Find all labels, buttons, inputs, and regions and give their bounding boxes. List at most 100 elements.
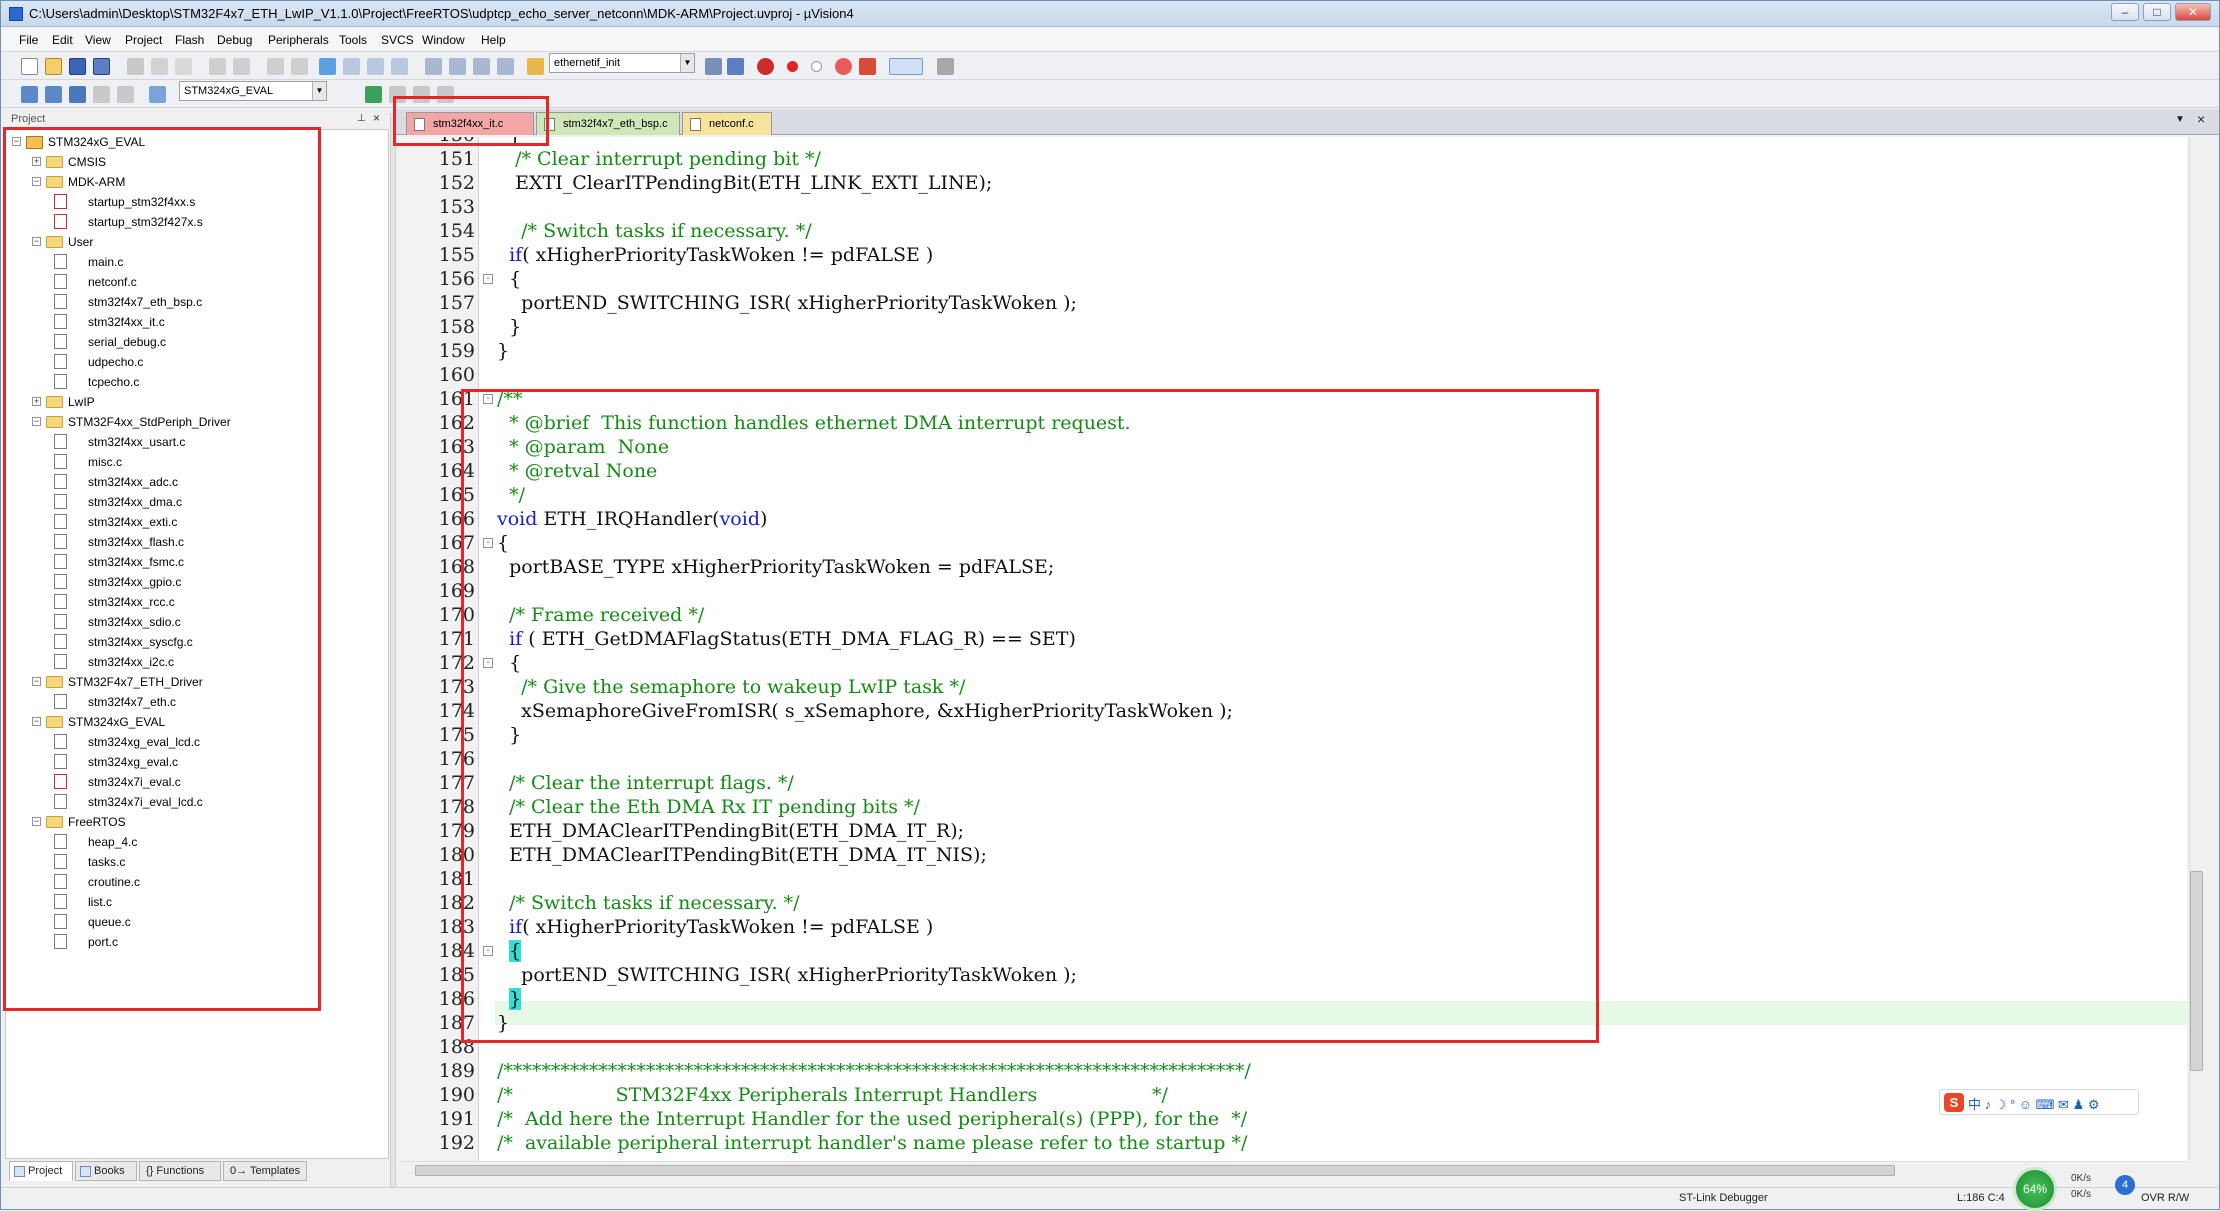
- tree-file[interactable]: stm32f4xx_rcc.c: [6, 592, 386, 612]
- menu-svcs[interactable]: SVCS: [381, 33, 414, 47]
- collapse-icon[interactable]: −: [32, 677, 41, 686]
- horizontal-scroll-thumb[interactable]: [415, 1165, 1895, 1176]
- vertical-scroll-thumb[interactable]: [2190, 871, 2203, 1071]
- notification-badge[interactable]: 4: [2115, 1175, 2135, 1195]
- incremental-find-icon[interactable]: [727, 58, 744, 75]
- bookmark-icon[interactable]: [319, 58, 336, 75]
- chevron-down-icon[interactable]: ▼: [312, 82, 326, 100]
- close-tab-icon[interactable]: ×: [2197, 111, 2205, 127]
- tree-file[interactable]: stm324x7i_eval.c: [6, 772, 386, 792]
- tree-file[interactable]: stm32f4xx_adc.c: [6, 472, 386, 492]
- tree-file[interactable]: stm32f4x7_eth.c: [6, 692, 386, 712]
- open-file-icon[interactable]: [45, 58, 62, 75]
- tree-file[interactable]: main.c: [6, 252, 386, 272]
- tree-file[interactable]: stm32f4xx_it.c: [6, 312, 386, 332]
- tree-file[interactable]: stm32f4xx_exti.c: [6, 512, 386, 532]
- collapse-icon[interactable]: −: [12, 137, 21, 146]
- window-layout-icon[interactable]: [889, 58, 923, 75]
- maximize-button[interactable]: □: [2143, 3, 2171, 21]
- new-file-icon[interactable]: [21, 58, 38, 75]
- collapse-icon[interactable]: −: [32, 717, 41, 726]
- tab-books[interactable]: Books: [75, 1161, 137, 1181]
- menu-file[interactable]: File: [19, 33, 38, 47]
- tree-file[interactable]: stm32f4xx_sdio.c: [6, 612, 386, 632]
- tree-file[interactable]: stm32f4xx_flash.c: [6, 532, 386, 552]
- tree-file[interactable]: croutine.c: [6, 872, 386, 892]
- close-button[interactable]: ✕: [2175, 3, 2211, 21]
- build-icon[interactable]: [45, 86, 62, 103]
- tree-file[interactable]: stm324xg_eval.c: [6, 752, 386, 772]
- close-panel-icon[interactable]: ×: [373, 111, 380, 125]
- nav-forward-icon[interactable]: [291, 58, 308, 75]
- find-in-files-icon[interactable]: [527, 58, 544, 75]
- tab-stm32f4x7-eth-bsp-c[interactable]: stm32f4x7_eth_bsp.c: [536, 112, 680, 135]
- vertical-scrollbar[interactable]: [2189, 137, 2206, 1161]
- rebuild-icon[interactable]: [69, 86, 86, 103]
- menu-flash[interactable]: Flash: [175, 33, 204, 47]
- network-monitor[interactable]: 64%: [2013, 1167, 2057, 1211]
- panel-splitter[interactable]: [390, 113, 396, 1187]
- menu-window[interactable]: Window: [422, 33, 465, 47]
- chevron-down-icon[interactable]: ▼: [680, 54, 694, 72]
- copy-icon[interactable]: [151, 58, 168, 75]
- collapse-icon[interactable]: −: [32, 417, 41, 426]
- tree-file[interactable]: udpecho.c: [6, 352, 386, 372]
- tree-file[interactable]: misc.c: [6, 452, 386, 472]
- tab-project[interactable]: Project: [9, 1161, 73, 1181]
- tab-templates[interactable]: 0→ Templates: [223, 1161, 307, 1181]
- tab-functions[interactable]: {} Functions: [139, 1161, 221, 1181]
- configure-icon[interactable]: [937, 58, 954, 75]
- file-extensions-icon[interactable]: [389, 86, 406, 103]
- undo-icon[interactable]: [209, 58, 226, 75]
- expand-icon[interactable]: +: [32, 397, 41, 406]
- redo-icon[interactable]: [233, 58, 250, 75]
- fold-toggle-icon[interactable]: -: [483, 658, 493, 668]
- tree-file[interactable]: stm32f4xx_syscfg.c: [6, 632, 386, 652]
- save-icon[interactable]: [69, 58, 86, 75]
- function-combo[interactable]: ethernetif_init ▼: [549, 53, 695, 73]
- menu-peripherals[interactable]: Peripherals: [268, 33, 329, 47]
- clear-bookmarks-icon[interactable]: [391, 58, 408, 75]
- expand-icon[interactable]: +: [32, 157, 41, 166]
- tree-file[interactable]: list.c: [6, 892, 386, 912]
- manage-components-icon[interactable]: [413, 86, 430, 103]
- translate-icon[interactable]: [21, 86, 38, 103]
- tree-file[interactable]: tcpecho.c: [6, 372, 386, 392]
- next-bookmark-icon[interactable]: [367, 58, 384, 75]
- uncomment-icon[interactable]: [497, 58, 514, 75]
- tree-file[interactable]: stm32f4xx_usart.c: [6, 432, 386, 452]
- disable-breakpoint-icon[interactable]: [811, 61, 822, 72]
- ime-toolbar[interactable]: S 中 ♪ ☽ ° ☺ ⌨ ✉ ♟ ⚙: [1939, 1089, 2139, 1115]
- nav-back-icon[interactable]: [267, 58, 284, 75]
- prev-bookmark-icon[interactable]: [343, 58, 360, 75]
- batch-build-icon[interactable]: [93, 86, 110, 103]
- code-editor[interactable]: 1501511521531541551561571581591601611621…: [399, 137, 2187, 1161]
- target-combo[interactable]: STM324xG_EVAL ▼: [179, 81, 327, 101]
- horizontal-scrollbar[interactable]: [399, 1161, 2187, 1178]
- cut-icon[interactable]: [127, 58, 144, 75]
- indent-icon[interactable]: [425, 58, 442, 75]
- fold-toggle-icon[interactable]: -: [483, 274, 493, 284]
- tree-file[interactable]: stm324x7i_eval_lcd.c: [6, 792, 386, 812]
- tree-group[interactable]: + CMSIS: [6, 152, 386, 172]
- tree-file[interactable]: startup_stm32f427x.s: [6, 212, 386, 232]
- save-all-icon[interactable]: [93, 58, 110, 75]
- tree-group[interactable]: + LwIP: [6, 392, 386, 412]
- menu-debug[interactable]: Debug: [217, 33, 252, 47]
- tree-group[interactable]: − STM32F4x7_ETH_Driver: [6, 672, 386, 692]
- collapse-icon[interactable]: −: [32, 177, 41, 186]
- tree-group[interactable]: − User: [6, 232, 386, 252]
- clear-breakpoints-icon[interactable]: [859, 58, 876, 75]
- pin-icon[interactable]: ⊥: [357, 113, 366, 124]
- tree-file[interactable]: startup_stm32f4xx.s: [6, 192, 386, 212]
- pack-installer-icon[interactable]: [437, 86, 454, 103]
- tree-group[interactable]: − STM324xG_EVAL: [6, 132, 386, 152]
- tree-group[interactable]: − MDK-ARM: [6, 172, 386, 192]
- tree-file[interactable]: serial_debug.c: [6, 332, 386, 352]
- tree-group[interactable]: − STM324xG_EVAL: [6, 712, 386, 732]
- breakpoint-icon[interactable]: [787, 61, 798, 72]
- tree-file[interactable]: port.c: [6, 932, 386, 952]
- tab-list-dropdown[interactable]: ▼: [2175, 114, 2185, 125]
- find-icon[interactable]: [705, 58, 722, 75]
- target-options-icon[interactable]: [365, 86, 382, 103]
